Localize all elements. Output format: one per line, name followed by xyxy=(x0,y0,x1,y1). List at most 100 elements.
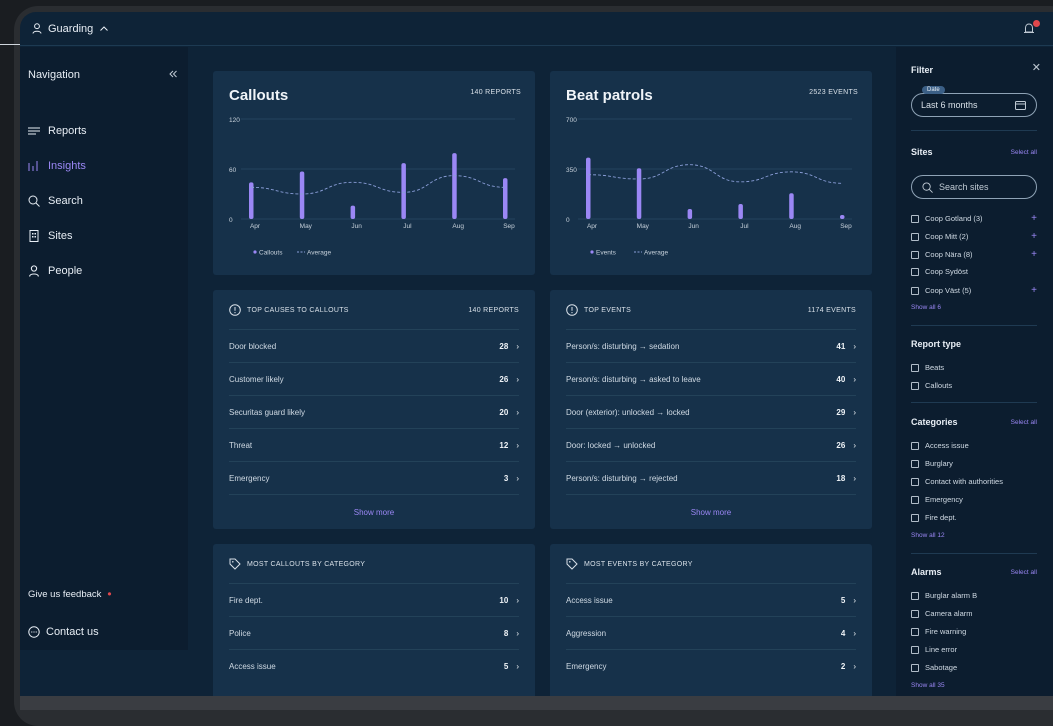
list-item[interactable]: Door blocked 28 › xyxy=(229,329,519,362)
chevron-up-icon xyxy=(100,26,109,31)
list-item[interactable]: Door: locked → unlocked 26 › xyxy=(566,428,856,461)
x-tick-label: Aug xyxy=(789,223,801,230)
sidebar-item-people[interactable]: People xyxy=(28,265,82,277)
plus-icon[interactable]: + xyxy=(1031,231,1037,242)
bars-icon xyxy=(28,161,38,171)
bar xyxy=(687,209,693,219)
feedback-link[interactable]: Give us feedback • xyxy=(28,588,112,600)
double-chevron-left-icon[interactable] xyxy=(168,69,178,79)
list-item[interactable]: Door (exterior): unlocked → locked 29 › xyxy=(566,395,856,428)
alarm-checkbox[interactable]: Sabotage xyxy=(911,663,1037,672)
checkbox-label: Coop Väst (5) xyxy=(925,286,972,295)
checkbox xyxy=(911,250,919,259)
calendar-icon xyxy=(1015,101,1026,110)
x-tick-label: Aug xyxy=(452,223,464,230)
tenant-switcher[interactable]: Guarding xyxy=(32,23,109,35)
checkbox xyxy=(911,645,919,654)
sidebar-item-insights[interactable]: Insights xyxy=(28,160,86,172)
list-item[interactable]: Customer likely 26 › xyxy=(229,362,519,395)
list-item[interactable]: Person/s: disturbing → asked to leave 40 › xyxy=(566,362,856,395)
row-value: 26 xyxy=(836,440,846,450)
list-item[interactable]: Emergency 2 › xyxy=(566,649,856,682)
row-label: Securitas guard likely xyxy=(229,407,306,417)
show-all-sites[interactable]: Show all 6 xyxy=(911,304,941,311)
list-item[interactable]: Access issue 5 › xyxy=(229,649,519,682)
checkbox xyxy=(911,214,919,223)
list-item[interactable]: Person/s: disturbing → sedation 41 › xyxy=(566,329,856,362)
plus-icon[interactable]: + xyxy=(1031,249,1037,260)
callouts-by-category-card: MOST CALLOUTS BY CATEGORY Fire dept. 10 › … xyxy=(213,544,535,696)
date-range-field[interactable]: Last 6 months xyxy=(911,93,1037,117)
select-all-alarms[interactable]: Select all xyxy=(1011,569,1037,576)
plus-icon[interactable]: + xyxy=(1031,285,1037,296)
bar xyxy=(249,182,254,219)
sidebar-item-reports[interactable]: Reports xyxy=(28,125,87,137)
show-all-categories[interactable]: Show all 12 xyxy=(911,532,945,539)
site-checkbox[interactable]: Coop Nära (8) + xyxy=(911,249,1037,260)
select-all-categories[interactable]: Select all xyxy=(1011,419,1037,426)
checkbox xyxy=(911,363,919,372)
show-all-alarms[interactable]: Show all 35 xyxy=(911,682,945,689)
checkbox-label: Burglar alarm B xyxy=(925,591,978,600)
checkbox xyxy=(911,381,919,390)
list-item[interactable]: Police 8 › xyxy=(229,616,519,649)
sidebar-item-search[interactable]: Search xyxy=(28,195,83,207)
report-type-checkbox[interactable]: Callouts xyxy=(911,381,1037,390)
divider xyxy=(911,130,1037,131)
alarm-checkbox[interactable]: Fire warning xyxy=(911,627,1037,636)
filter-panel: Filter ✕ Last 6 months Date Sites Select… xyxy=(896,47,1053,696)
site-checkbox[interactable]: Coop Sydöst xyxy=(911,267,1037,276)
show-more-link[interactable]: Show more xyxy=(213,508,535,517)
site-checkbox[interactable]: Coop Väst (5) + xyxy=(911,285,1037,296)
list-count: 140 REPORTS xyxy=(468,306,519,314)
row-label: Emergency xyxy=(229,473,270,483)
site-checkbox[interactable]: Coop Gotland (3) + xyxy=(911,213,1037,224)
row-label: Door blocked xyxy=(229,341,277,351)
contact-link[interactable]: Contact us xyxy=(28,626,99,638)
y-tick-label: 60 xyxy=(229,167,237,174)
contact-label: Contact us xyxy=(46,626,99,638)
x-tick-label: Jun xyxy=(688,223,699,230)
list-item[interactable]: Threat 12 › xyxy=(229,428,519,461)
site-checkbox[interactable]: Coop Mitt (2) + xyxy=(911,231,1037,242)
list-item[interactable]: Access issue 5 › xyxy=(566,583,856,616)
report-type-checkbox[interactable]: Beats xyxy=(911,363,1037,372)
list-item[interactable]: Emergency 3 › xyxy=(229,461,519,494)
category-checkbox[interactable]: Burglary xyxy=(911,459,1037,468)
x-tick-label: Sep xyxy=(840,223,852,230)
alarm-checkbox[interactable]: Camera alarm xyxy=(911,609,1037,618)
row-value: 40 xyxy=(836,374,846,384)
chevron-right-icon: › xyxy=(853,628,856,638)
checkbox xyxy=(911,267,919,276)
list-item[interactable]: Fire dept. 10 › xyxy=(229,583,519,616)
plus-icon[interactable]: + xyxy=(1031,213,1037,224)
notification-badge xyxy=(1033,20,1040,27)
chevron-right-icon: › xyxy=(853,374,856,384)
average-line xyxy=(587,164,843,184)
callouts-chart: 0 60 120 Apr May Jun Jul Aug Sep Callouts Average xyxy=(229,117,515,257)
legend-label: Average xyxy=(307,250,331,257)
row-label: Police xyxy=(229,628,251,638)
close-icon[interactable]: ✕ xyxy=(1032,61,1041,74)
show-more-link[interactable]: Show more xyxy=(550,508,872,517)
category-checkbox[interactable]: Emergency xyxy=(911,495,1037,504)
checkbox xyxy=(911,495,919,504)
list-item[interactable]: Aggression 4 › xyxy=(566,616,856,649)
list-item[interactable]: Securitas guard likely 20 › xyxy=(229,395,519,428)
row-label: Access issue xyxy=(229,661,276,671)
categories-title: Categories xyxy=(911,417,958,427)
category-checkbox[interactable]: Access issue xyxy=(911,441,1037,450)
checkbox-label: Line error xyxy=(925,645,958,654)
alarm-checkbox[interactable]: Burglar alarm B xyxy=(911,591,1037,600)
chat-icon xyxy=(28,626,40,638)
select-all-sites[interactable]: Select all xyxy=(1011,149,1037,156)
list-divider xyxy=(229,494,519,495)
search-sites-input[interactable]: Search sites xyxy=(911,175,1037,199)
alarms-title: Alarms xyxy=(911,567,942,577)
alarm-checkbox[interactable]: Line error xyxy=(911,645,1037,654)
category-checkbox[interactable]: Fire dept. xyxy=(911,513,1037,522)
category-checkbox[interactable]: Contact with authorities xyxy=(911,477,1037,486)
list-item[interactable]: Person/s: disturbing → rejected 18 › xyxy=(566,461,856,494)
row-value: 29 xyxy=(836,407,846,417)
sidebar-item-sites[interactable]: Sites xyxy=(28,230,72,242)
